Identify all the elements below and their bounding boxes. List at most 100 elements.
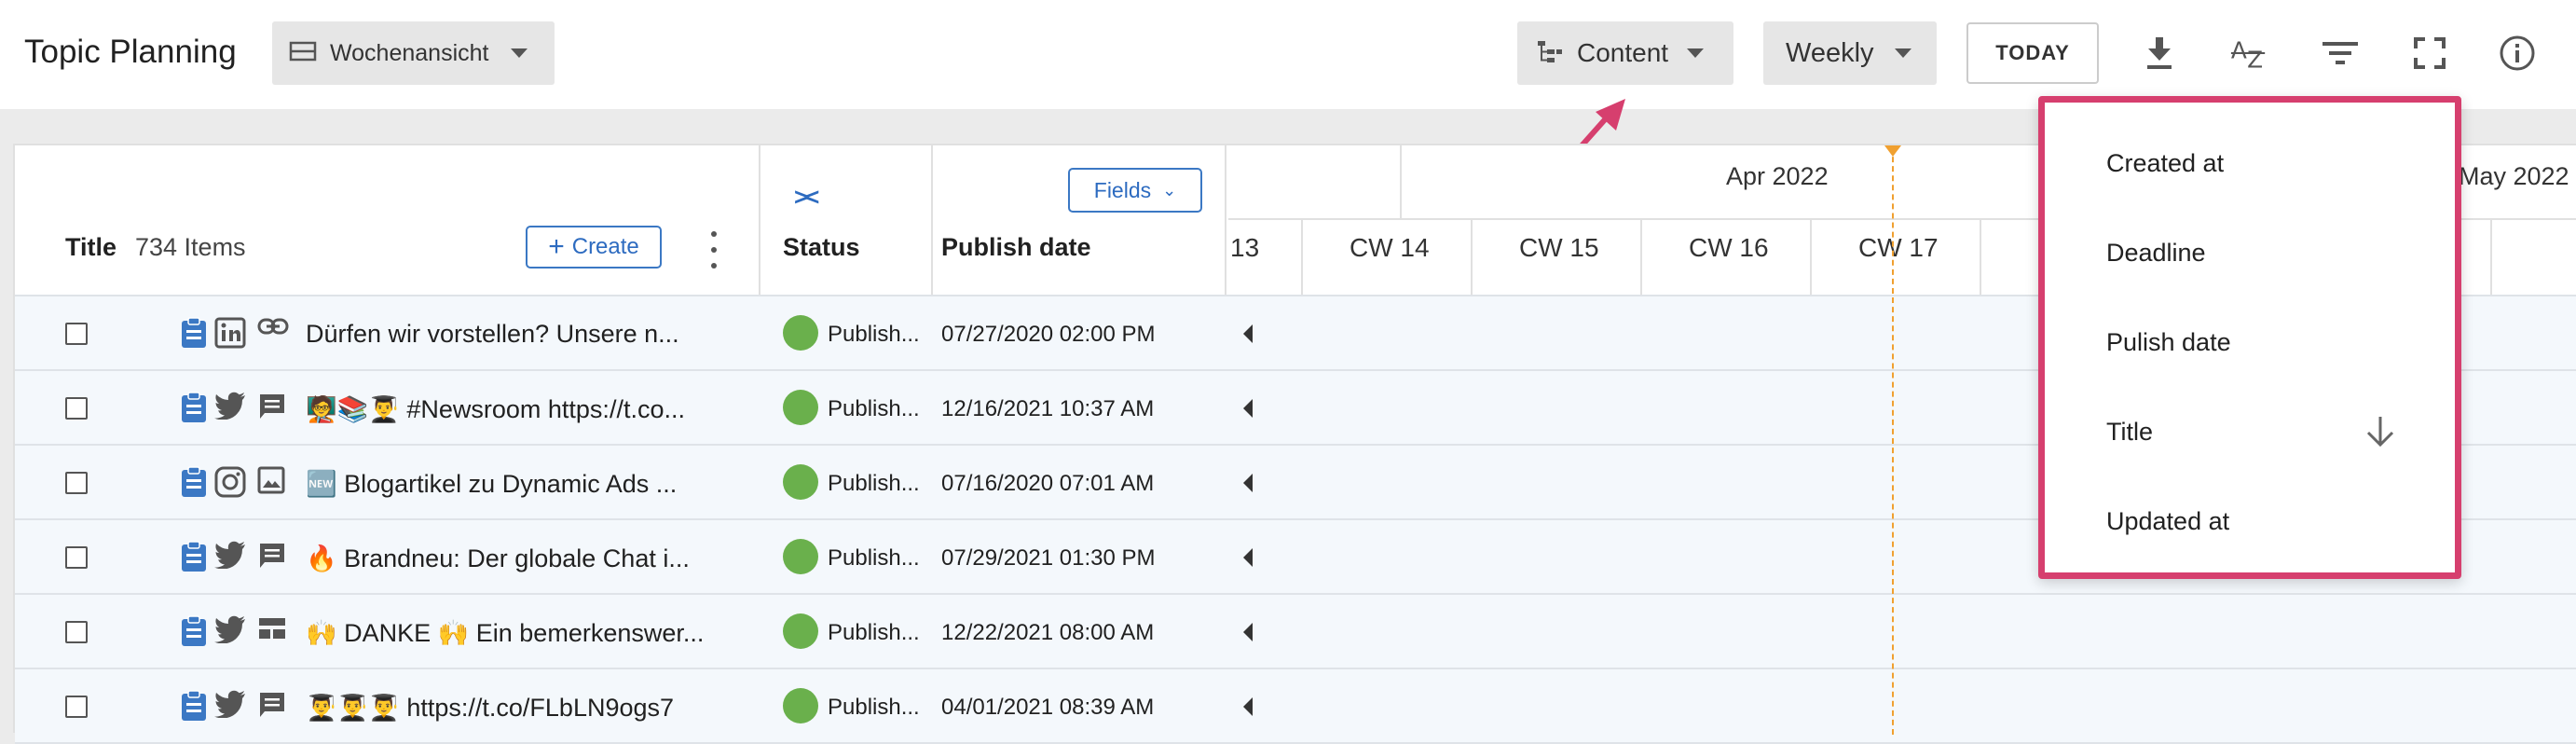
svg-text:A: A bbox=[2231, 37, 2247, 64]
today-button[interactable]: TODAY bbox=[1966, 22, 2099, 84]
linkedin-icon bbox=[214, 317, 246, 349]
row-status: Publish... bbox=[828, 322, 920, 347]
week-divider bbox=[2490, 220, 2492, 295]
sort-option-label: Pulish date bbox=[2106, 327, 2231, 356]
row-publish-date: 07/27/2020 02:00 PM bbox=[941, 322, 1156, 347]
status-dot bbox=[783, 390, 818, 425]
row-checkbox[interactable] bbox=[65, 323, 88, 345]
clipboard-icon bbox=[181, 466, 207, 498]
instagram-icon bbox=[214, 466, 246, 498]
today-marker-icon bbox=[1884, 145, 1901, 157]
sort-option-title[interactable]: Title bbox=[2045, 387, 2455, 476]
week-label: CW 17 bbox=[1858, 233, 1939, 262]
week-divider bbox=[1980, 220, 1981, 295]
row-checkbox[interactable] bbox=[65, 397, 88, 420]
sort-option-deadline[interactable]: Deadline bbox=[2045, 208, 2455, 297]
chevron-left-icon[interactable] bbox=[1243, 399, 1253, 418]
row-publish-date: 04/01/2021 08:39 AM bbox=[941, 695, 1155, 720]
row-title[interactable]: 🔥 Brandneu: Der globale Chat i... bbox=[306, 544, 706, 573]
week-label: 13 bbox=[1230, 233, 1260, 262]
month-label: May 2022 bbox=[2459, 162, 2569, 190]
create-button[interactable]: + Create bbox=[526, 226, 662, 269]
fullscreen-icon[interactable] bbox=[2410, 34, 2449, 73]
sort-option-updated-at[interactable]: Updated at bbox=[2045, 476, 2455, 566]
sort-option-label: Deadline bbox=[2106, 238, 2206, 267]
chevron-left-icon[interactable] bbox=[1243, 623, 1253, 641]
twitter-icon bbox=[214, 541, 246, 572]
row-checkbox[interactable] bbox=[65, 696, 88, 718]
row-checkbox[interactable] bbox=[65, 621, 88, 643]
sort-option-created-at[interactable]: Created at bbox=[2045, 118, 2455, 208]
row-publish-date: 12/22/2021 08:00 AM bbox=[941, 620, 1155, 645]
chevron-down-icon bbox=[1687, 48, 1705, 58]
today-line bbox=[1892, 147, 1894, 735]
clipboard-icon bbox=[181, 615, 207, 647]
chevron-down-icon bbox=[1894, 48, 1911, 58]
sort-menu: Created at Deadline Pulish date Title Up… bbox=[2038, 96, 2461, 579]
row-title[interactable]: Dürfen wir vorstellen? Unsere n... bbox=[306, 320, 706, 349]
sort-az-icon[interactable]: AZ bbox=[2229, 34, 2268, 73]
twitter-icon bbox=[214, 392, 246, 423]
status-dot bbox=[783, 315, 818, 351]
chevron-left-icon[interactable] bbox=[1243, 697, 1253, 716]
chevron-left-icon[interactable] bbox=[1243, 474, 1253, 492]
image-format-icon bbox=[257, 466, 289, 498]
more-options-icon[interactable] bbox=[708, 231, 719, 269]
week-divider bbox=[1810, 220, 1812, 295]
table-row[interactable]: 🙌 DANKE 🙌 Ein bemerkenswer... Publish... 1… bbox=[15, 595, 2576, 669]
chevron-left-icon[interactable] bbox=[1243, 548, 1253, 567]
status-dot bbox=[783, 688, 818, 723]
week-label: CW 14 bbox=[1350, 233, 1430, 262]
row-checkbox[interactable] bbox=[65, 472, 88, 494]
item-count: 734 Items bbox=[135, 233, 246, 261]
title-column-header[interactable]: Title bbox=[65, 233, 116, 262]
row-title[interactable]: 🆕 Blogartikel zu Dynamic Ads ... bbox=[306, 469, 706, 499]
status-dot bbox=[783, 613, 818, 649]
week-divider bbox=[1471, 220, 1473, 295]
clipboard-icon bbox=[181, 392, 207, 423]
filter-icon[interactable] bbox=[2321, 34, 2360, 73]
row-status: Publish... bbox=[828, 545, 920, 571]
hierarchy-icon bbox=[1536, 38, 1564, 69]
month-label: Apr 2022 bbox=[1726, 162, 1829, 190]
row-publish-date: 12/16/2021 10:37 AM bbox=[941, 396, 1155, 421]
publish-date-column-header[interactable]: Publish date bbox=[941, 233, 1091, 262]
app-title: Topic Planning bbox=[24, 34, 237, 70]
svg-text:Z: Z bbox=[2247, 46, 2263, 72]
week-label: CW 15 bbox=[1519, 233, 1599, 262]
clipboard-icon bbox=[181, 317, 207, 349]
period-select-label: Weekly bbox=[1786, 37, 1874, 68]
table-row[interactable]: 👨‍🎓👨‍🎓👨‍🎓 https://t.co/FLbLN9ogs7 Publish… bbox=[15, 669, 2576, 744]
row-status: Publish... bbox=[828, 396, 920, 421]
chevron-left-icon[interactable] bbox=[1243, 324, 1253, 343]
row-publish-date: 07/29/2021 01:30 PM bbox=[941, 545, 1156, 571]
twitter-icon bbox=[214, 615, 246, 647]
twitter-icon bbox=[214, 690, 246, 722]
plus-icon: + bbox=[548, 231, 565, 262]
download-icon[interactable] bbox=[2140, 34, 2179, 73]
row-title[interactable]: 🙌 DANKE 🙌 Ein bemerkenswer... bbox=[306, 618, 706, 648]
fields-button[interactable]: Fields ⌄ bbox=[1068, 168, 1202, 213]
chevron-down-icon bbox=[511, 48, 528, 58]
status-dot bbox=[783, 464, 818, 500]
row-checkbox[interactable] bbox=[65, 546, 88, 569]
row-title[interactable]: 👨‍🎓👨‍🎓👨‍🎓 https://t.co/FLbLN9ogs7 bbox=[306, 693, 706, 723]
clipboard-icon bbox=[181, 541, 207, 572]
sort-option-label: Title bbox=[2106, 417, 2154, 446]
collapse-columns-icon[interactable]: >< bbox=[794, 183, 819, 212]
row-title[interactable]: 🧑‍🏫📚👨‍🎓 #Newsroom https://t.co... bbox=[306, 394, 706, 424]
row-status: Publish... bbox=[828, 620, 920, 645]
view-select-label: Wochenansicht bbox=[330, 39, 489, 66]
sort-option-label: Updated at bbox=[2106, 506, 2230, 535]
info-icon[interactable] bbox=[2498, 34, 2537, 73]
sort-option-label: Created at bbox=[2106, 148, 2225, 177]
row-status: Publish... bbox=[828, 471, 920, 496]
month-divider bbox=[1400, 145, 1402, 220]
calendar-view-icon bbox=[289, 40, 317, 67]
sort-option-publish-date[interactable]: Pulish date bbox=[2045, 297, 2455, 387]
status-column-header[interactable]: Status bbox=[783, 233, 860, 262]
period-select[interactable]: Weekly bbox=[1763, 21, 1937, 85]
arrow-down-icon bbox=[2366, 417, 2394, 448]
view-select[interactable]: Wochenansicht bbox=[272, 21, 555, 85]
content-select[interactable]: Content bbox=[1517, 21, 1733, 85]
